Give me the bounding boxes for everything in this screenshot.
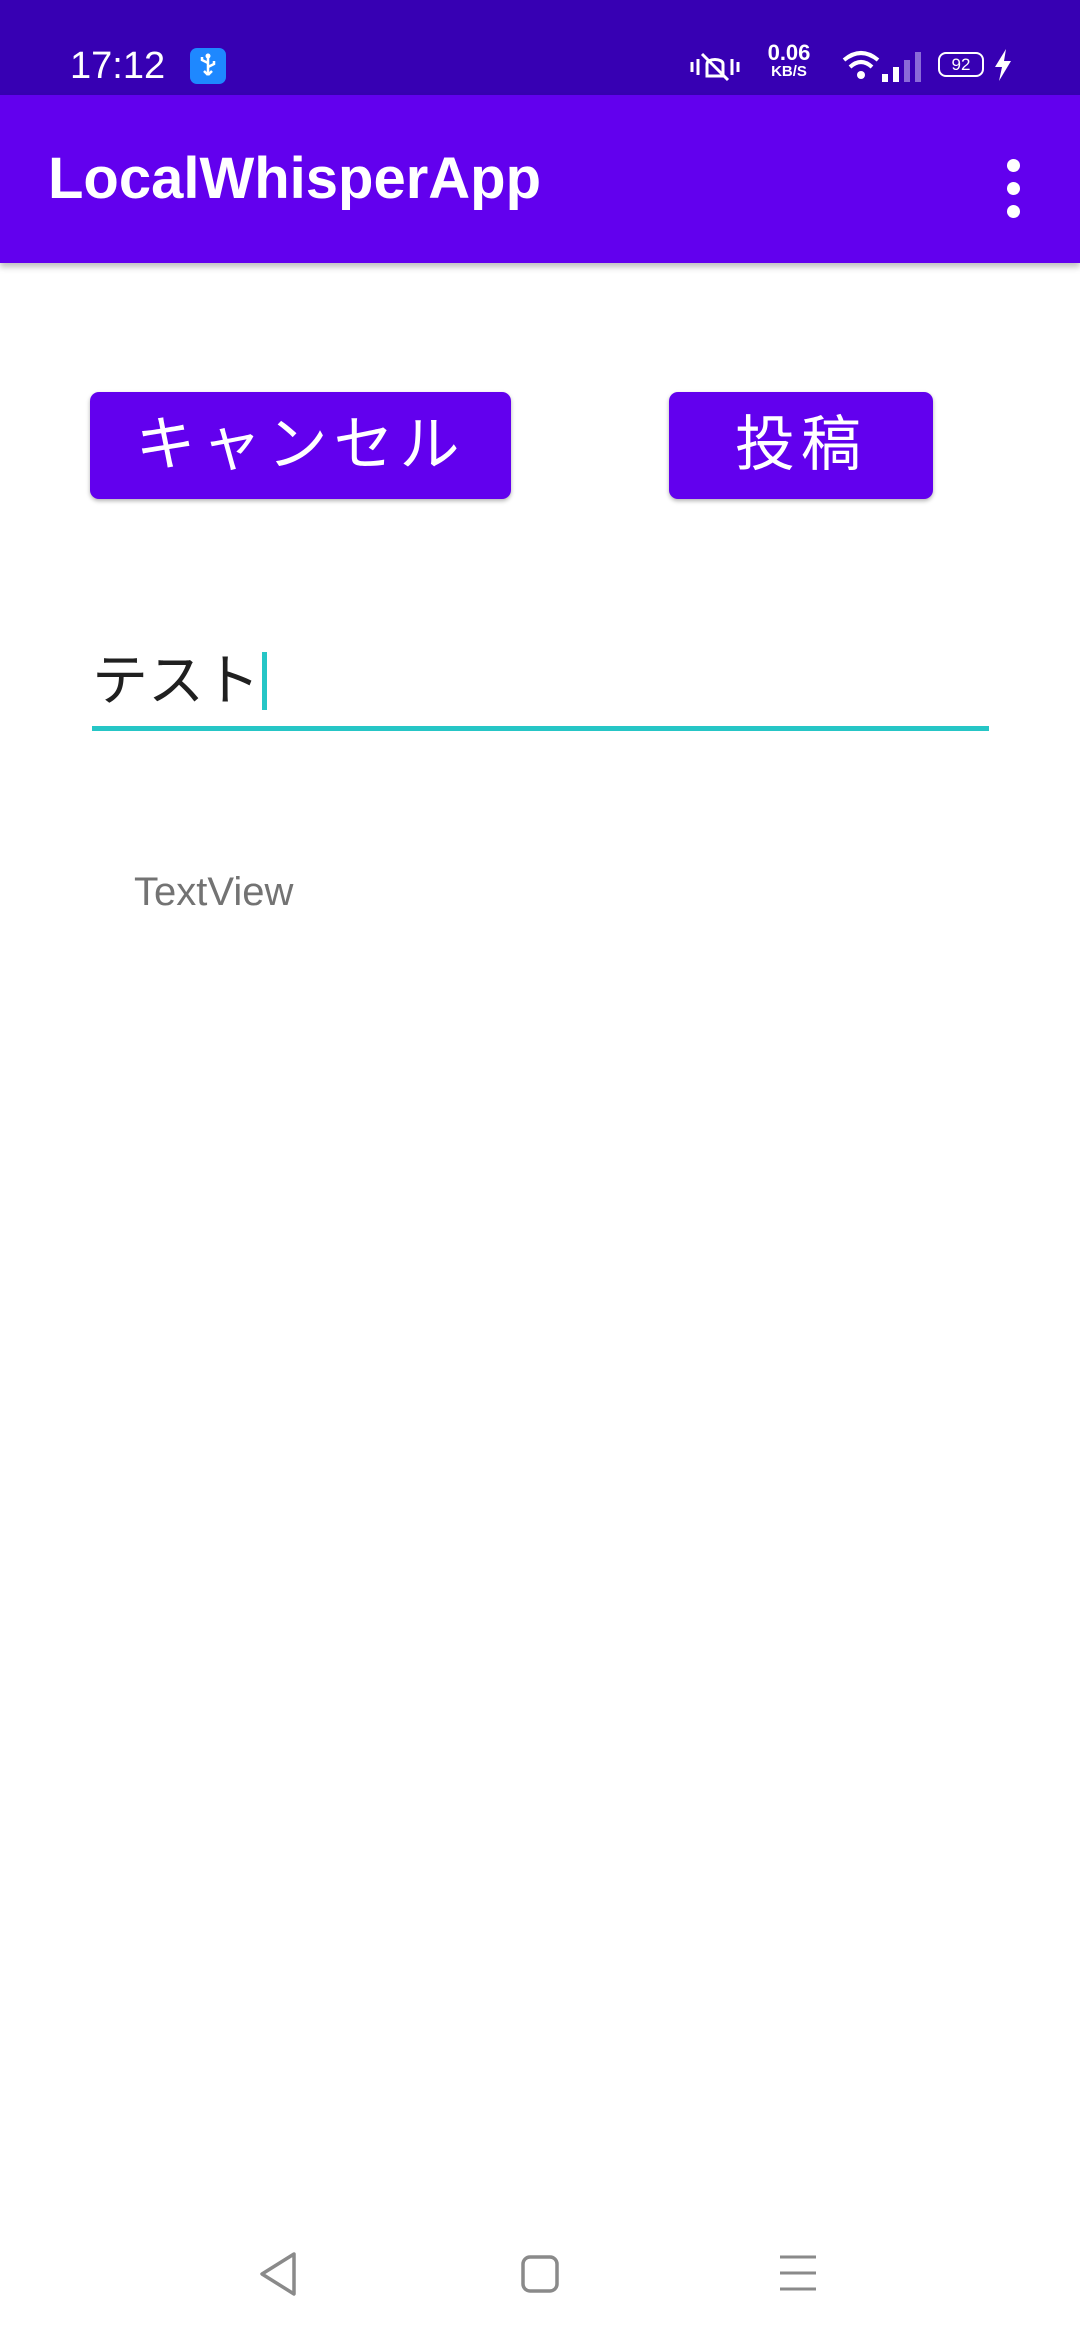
more-vert-icon[interactable] <box>994 145 1034 245</box>
vibrate-mute-icon <box>690 52 740 82</box>
home-icon[interactable] <box>520 2254 560 2294</box>
back-icon[interactable] <box>256 2250 300 2298</box>
charging-bolt-icon <box>995 49 1011 81</box>
recents-icon[interactable] <box>778 2253 818 2293</box>
usb-icon <box>190 48 226 84</box>
net-speed: 0.06 KB/S <box>754 42 824 80</box>
status-time: 17:12 <box>70 45 166 87</box>
app-bar: LocalWhisperApp <box>0 95 1080 263</box>
battery-level: 92 <box>951 55 971 74</box>
wifi-icon <box>842 51 880 79</box>
net-speed-unit: KB/S <box>771 63 807 80</box>
message-input-text[interactable]: テスト <box>92 642 267 722</box>
post-button[interactable]: 投稿 <box>669 392 933 499</box>
result-textview: TextView <box>134 870 294 914</box>
message-input-value: テスト <box>92 649 260 714</box>
status-icons: 0.06 KB/S 92 <box>680 0 1080 95</box>
status-bar: 17:12 0.06 KB/S 92 <box>0 0 1080 95</box>
text-cursor <box>262 652 267 710</box>
cancel-button[interactable]: キャンセル <box>90 392 511 499</box>
net-speed-value: 0.06 <box>767 40 811 65</box>
app-title: LocalWhisperApp <box>48 146 542 211</box>
input-underline <box>92 726 989 731</box>
message-input[interactable]: テスト <box>92 640 989 734</box>
signal-icon <box>882 52 921 82</box>
battery-icon: 92 <box>938 52 984 77</box>
